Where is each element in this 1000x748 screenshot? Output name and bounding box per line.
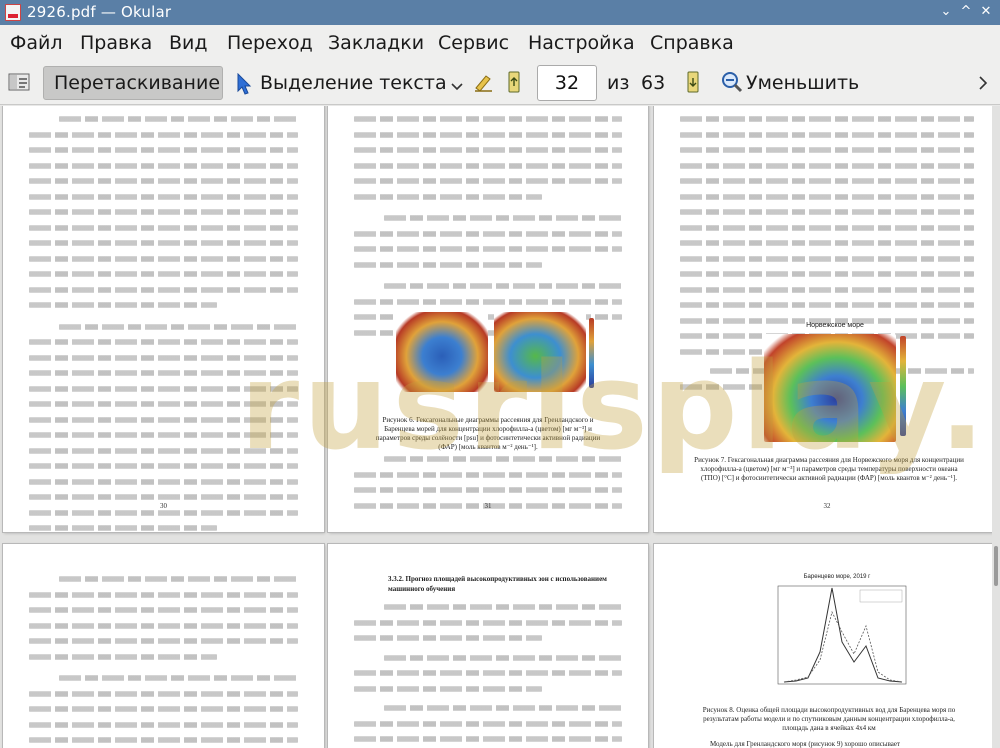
menu-settings[interactable]: Настройка [528, 32, 635, 54]
menu-file[interactable]: Файл [10, 32, 63, 54]
figure-7-hexbin: Норвежское море [760, 322, 910, 450]
page-number-input[interactable] [537, 65, 597, 101]
vertical-scrollbar[interactable] [992, 106, 1000, 748]
page-number-30: 30 [160, 502, 167, 510]
chevron-down-icon[interactable] [450, 77, 464, 91]
page-33-text [3, 574, 324, 748]
zoom-out-icon[interactable] [721, 71, 743, 93]
page-number-31: 31 [484, 502, 492, 510]
page-number-32: 32 [823, 502, 831, 510]
menu-go[interactable]: Переход [227, 32, 313, 54]
pdf-page-34: 3.3.2. Прогноз площадей высокопродуктивн… [328, 544, 648, 748]
window-title: 2926.pdf — Okular [27, 3, 172, 21]
pdf-page-33 [3, 544, 324, 748]
sidebar-toggle-icon[interactable] [8, 72, 30, 92]
pdf-page-35: Баренцево море, 2019 г Рисунок 8. Оценка… [654, 544, 1000, 748]
figure-8-plot [777, 585, 907, 685]
scrollbar-thumb[interactable] [994, 546, 998, 586]
figure-8-line-chart: Баренцево море, 2019 г [762, 574, 912, 702]
page-35-tail-text: Модель для Гренландского моря (рисунок 9… [710, 740, 901, 748]
chevron-right-icon[interactable] [977, 75, 989, 91]
okular-app-icon [5, 4, 21, 21]
pdf-page-30: 30 [3, 106, 324, 532]
figure-7-title: Норвежское море [806, 322, 864, 329]
next-page-icon[interactable] [686, 70, 700, 94]
figure-8-caption: Рисунок 8. Оценка общей площади высокопр… [702, 706, 956, 732]
page-total-label: 63 [641, 72, 666, 94]
annotate-icon[interactable] [472, 70, 496, 94]
text-select-button[interactable]: Выделение текста [260, 72, 447, 94]
figure-8-title: Баренцево море, 2019 г [803, 574, 871, 580]
menu-bookmarks[interactable]: Закладки [328, 32, 424, 54]
page-34-text [328, 602, 648, 748]
main-toolbar: Перетаскивание Выделение текста из 63 Ум… [0, 62, 1000, 105]
cursor-arrow-icon [236, 72, 252, 95]
figure-6-hexbin [394, 308, 596, 410]
menu-edit[interactable]: Правка [80, 32, 152, 54]
menu-bar: Файл Правка Вид Переход Закладки Сервис … [0, 25, 1000, 62]
minimize-button[interactable]: ⌄ [936, 2, 956, 22]
pdf-page-32: Норвежское море Рисунок 7. Гексагональна… [654, 106, 1000, 532]
menu-view[interactable]: Вид [169, 32, 208, 54]
menu-tools[interactable]: Сервис [438, 32, 509, 54]
drag-mode-button[interactable]: Перетаскивание [43, 66, 223, 100]
figure-6-caption: Рисунок 6. Гексагональные диаграммы расс… [375, 416, 601, 451]
previous-page-icon[interactable] [507, 70, 521, 94]
zoom-out-button[interactable]: Уменьшить [746, 72, 859, 94]
title-bar: 2926.pdf — Okular ⌄ ^ ✕ [0, 0, 1000, 25]
page-30-text [3, 114, 324, 532]
page-of-label: из [607, 72, 630, 94]
maximize-button[interactable]: ^ [956, 2, 976, 22]
close-button[interactable]: ✕ [976, 2, 996, 22]
section-heading-3-3-2: 3.3.2. Прогноз площадей высокопродуктивн… [388, 575, 607, 593]
pdf-page-31: Рисунок 6. Гексагональные диаграммы расс… [328, 106, 648, 532]
document-view[interactable]: 30 Рисунок 6. Гексагональные диаграммы р… [0, 106, 1000, 748]
figure-7-caption: Рисунок 7. Гексагональная диаграмма расс… [694, 456, 964, 482]
menu-help[interactable]: Справка [650, 32, 734, 54]
